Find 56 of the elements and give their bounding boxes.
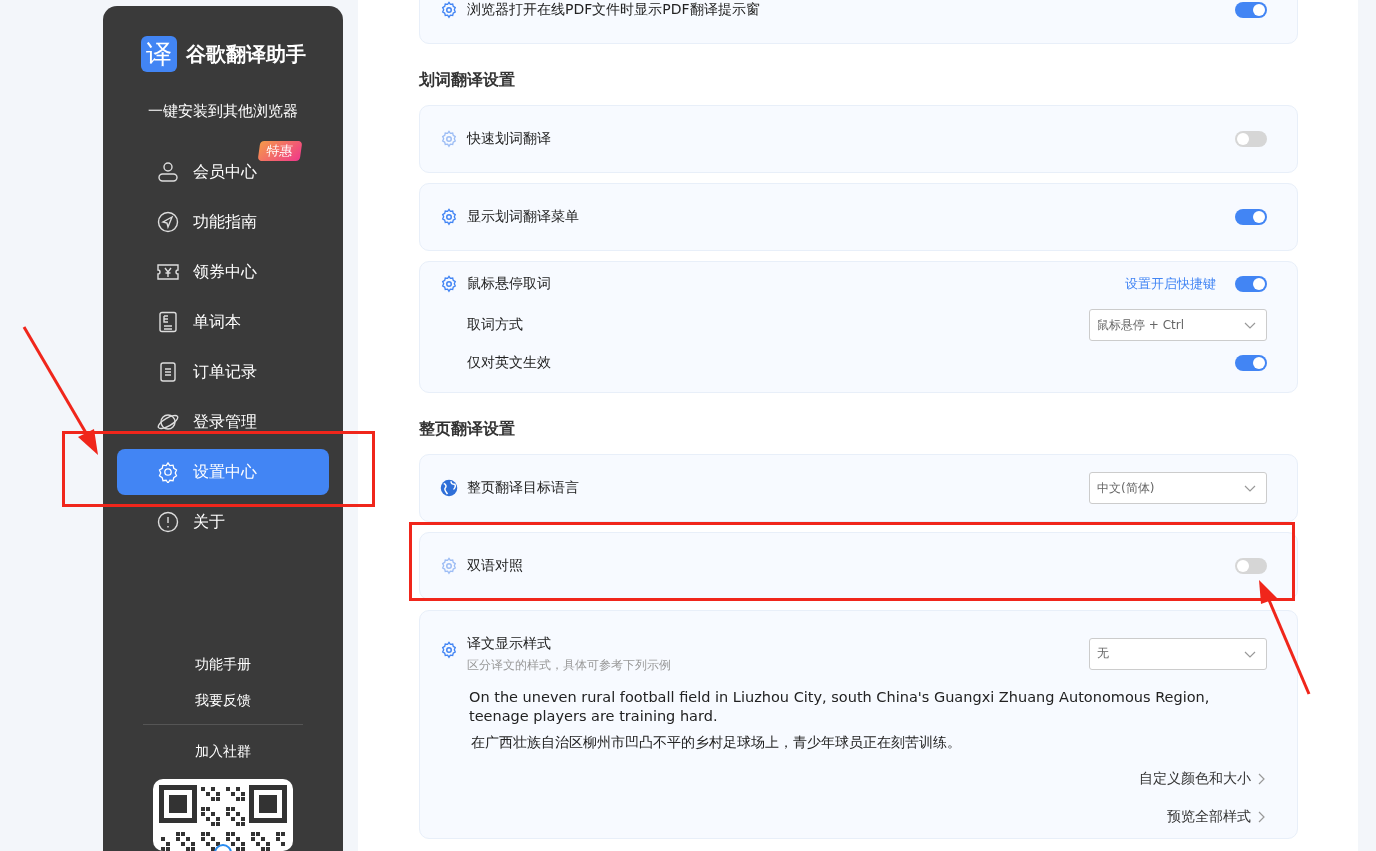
install-link[interactable]: 一键安装到其他浏览器: [148, 102, 298, 121]
dropdown[interactable]: 无: [1089, 637, 1267, 670]
setting-label: 整页翻译目标语言: [467, 479, 579, 497]
setting-label: 显示划词翻译菜单: [467, 208, 579, 226]
toggle-switch[interactable]: [1235, 209, 1267, 225]
nav-item[interactable]: 登录管理: [117, 399, 257, 445]
nav-item[interactable]: 领券中心: [117, 249, 257, 295]
planet-icon: [157, 411, 179, 433]
toggle-switch[interactable]: [1235, 355, 1267, 371]
settings-icon: [440, 557, 458, 575]
app-logo: 译: [140, 36, 177, 72]
navigation-icon: [157, 211, 179, 233]
section-title: 整页翻译设置: [419, 419, 516, 440]
section-title: 划词翻译设置: [419, 70, 516, 91]
shortcut-link[interactable]: 设置开启快捷键: [1125, 275, 1216, 293]
dropdown[interactable]: 鼠标悬停 + Ctrl: [1089, 309, 1267, 341]
settings-icon: [440, 208, 458, 226]
footer-link[interactable]: 功能手册: [195, 656, 251, 674]
coupon-icon: [157, 261, 179, 283]
globe-icon: [440, 479, 458, 497]
toggle-switch[interactable]: [1235, 131, 1267, 147]
setting-hint: 区分译文的样式，具体可参考下列示例: [467, 657, 671, 674]
nav-item[interactable]: 关于: [117, 499, 225, 545]
promo-badge: 特惠: [257, 141, 303, 161]
nav-item[interactable]: 订单记录: [117, 349, 257, 395]
settings-link[interactable]: 自定义颜色和大小: [1139, 770, 1267, 788]
app-name: 谷歌翻译助手: [185, 40, 306, 68]
toggle-switch[interactable]: [1235, 558, 1267, 574]
community-label: 加入社群: [195, 743, 251, 761]
settings-icon: [440, 641, 458, 659]
nav-item[interactable]: 会员中心: [117, 149, 257, 195]
setting-label: 浏览器打开在线PDF文件时显示PDF翻译提示窗: [467, 1, 760, 19]
footer-link[interactable]: 我要反馈: [195, 692, 251, 710]
setting-label: 仅对英文生效: [467, 354, 551, 372]
toggle-switch[interactable]: [1235, 276, 1267, 292]
setting-label: 双语对照: [467, 557, 523, 575]
setting-label: 快速划词翻译: [467, 130, 551, 148]
settings-icon: [157, 461, 179, 483]
document-icon: [157, 361, 179, 383]
settings-icon: [440, 275, 458, 293]
nav-item[interactable]: 功能指南: [117, 199, 257, 245]
nav-item[interactable]: 单词本: [117, 299, 241, 345]
setting-label: 译文显示样式: [467, 635, 551, 651]
toggle-switch[interactable]: [1235, 2, 1267, 18]
user-icon: [157, 161, 179, 183]
dropdown[interactable]: 中文(简体): [1089, 472, 1267, 504]
sample-chinese-text: 在广西壮族自治区柳州市凹凸不平的乡村足球场上，青少年球员正在刻苦训练。: [471, 734, 962, 752]
settings-icon: [440, 1, 458, 19]
setting-label: 鼠标悬停取词: [467, 275, 551, 293]
info-icon: [157, 511, 179, 533]
settings-icon: [440, 130, 458, 148]
sample-english-text: On the uneven rural football field in Liuzhou City, south China's Guangxi Zhuang Autonomous Region, teenage players are training hard.: [469, 688, 1211, 726]
setting-label: 取词方式: [467, 316, 523, 334]
settings-link[interactable]: 预览全部样式: [1167, 808, 1267, 826]
nav-item[interactable]: 设置中心: [117, 449, 329, 495]
book-icon: [157, 311, 179, 333]
